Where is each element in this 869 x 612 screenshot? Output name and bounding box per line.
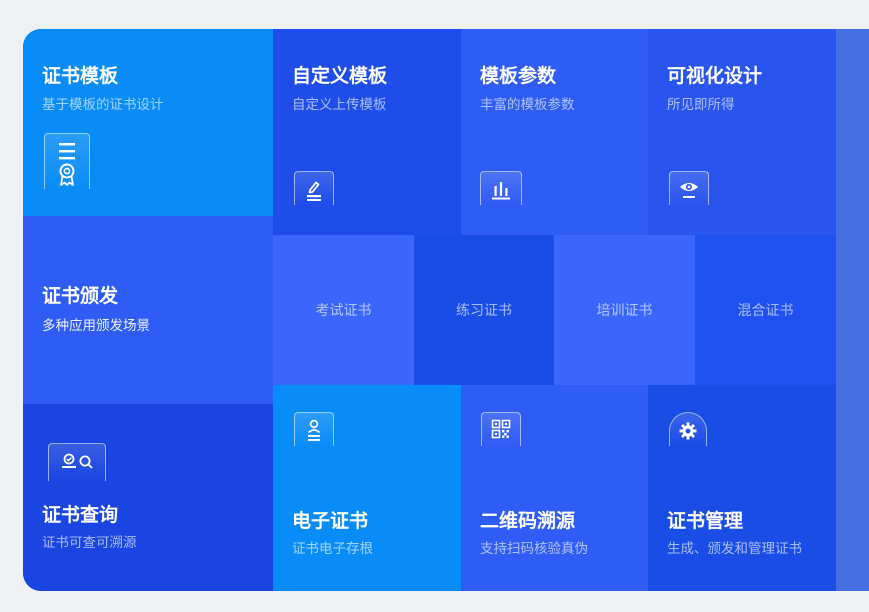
tile-certificate-manage[interactable]: 证书管理 生成、颁发和管理证书 [648, 385, 836, 591]
tile-e-certificate[interactable]: 电子证书 证书电子存根 [273, 385, 461, 591]
eye-icon [669, 171, 709, 205]
tile-title: 可视化设计 [667, 65, 763, 87]
tile-subtitle: 多种应用颁发场景 [42, 318, 150, 334]
tile-custom-template[interactable]: 自定义模板 自定义上传模板 [273, 29, 461, 235]
tile-title: 二维码溯源 [480, 510, 576, 532]
issue-type-label: 培训证书 [596, 303, 653, 319]
tile-qr-trace[interactable]: 二维码溯源 支持扫码核验真伪 [461, 385, 648, 591]
tile-visual-design[interactable]: 可视化设计 所见即所得 [648, 29, 836, 235]
certificate-ribbon-icon [44, 133, 90, 189]
tile-title: 证书管理 [667, 510, 744, 532]
person-document-icon [294, 412, 334, 446]
tile-certificate-issue[interactable]: 证书颁发 多种应用颁发场景 [23, 216, 273, 404]
tile-subtitle: 所见即所得 [667, 97, 735, 113]
tile-title: 证书模板 [42, 65, 119, 87]
qr-code-icon [481, 412, 521, 446]
issue-type-label: 考试证书 [315, 303, 372, 319]
certificate-search-icon [48, 443, 106, 481]
issue-type-label: 混合证书 [737, 303, 794, 319]
issue-type-practice[interactable]: 练习证书 [414, 235, 554, 385]
tile-template-params[interactable]: 模板参数 丰富的模板参数 [461, 29, 648, 235]
tile-certificate-query[interactable]: 证书查询 证书可查可溯源 [23, 404, 273, 591]
edit-icon [294, 171, 334, 205]
issue-type-mixed[interactable]: 混合证书 [695, 235, 836, 385]
tile-subtitle: 支持扫码核验真伪 [480, 541, 588, 557]
feature-board: 证书模板 基于模板的证书设计 自定义模板 自定义上传模板 模板参数 丰富的模板参… [23, 29, 869, 591]
tile-title: 证书颁发 [42, 285, 119, 307]
tile-title: 证书查询 [42, 504, 119, 526]
side-panel [836, 29, 869, 591]
tile-subtitle: 证书电子存根 [292, 541, 373, 557]
gear-icon [669, 412, 707, 446]
bar-chart-icon [480, 171, 522, 205]
tile-subtitle: 证书可查可溯源 [42, 535, 137, 551]
issue-type-training[interactable]: 培训证书 [554, 235, 695, 385]
tile-subtitle: 生成、颁发和管理证书 [667, 541, 802, 557]
tile-subtitle: 自定义上传模板 [292, 97, 387, 113]
issue-type-label: 练习证书 [456, 303, 512, 319]
tile-subtitle: 丰富的模板参数 [480, 97, 575, 113]
tile-subtitle: 基于模板的证书设计 [42, 97, 164, 113]
tile-certificate-template[interactable]: 证书模板 基于模板的证书设计 [23, 29, 273, 216]
issue-type-exam[interactable]: 考试证书 [273, 235, 414, 385]
tile-title: 模板参数 [480, 65, 557, 87]
tile-title: 电子证书 [292, 510, 369, 532]
tile-title: 自定义模板 [292, 65, 388, 87]
